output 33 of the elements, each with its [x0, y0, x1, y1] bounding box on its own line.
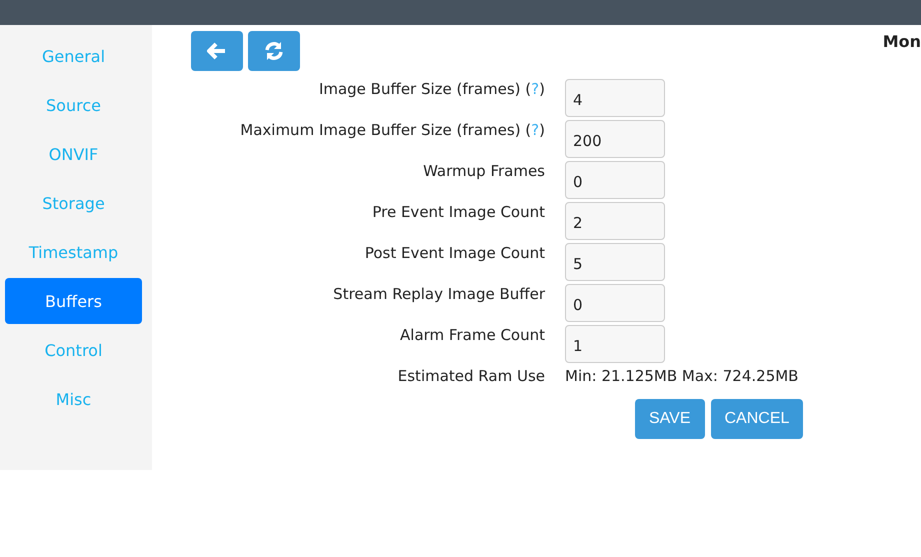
sidebar-item[interactable]: ONVIF [5, 131, 142, 177]
sidebar-item[interactable]: Storage [5, 180, 142, 226]
number-field[interactable]: 2 [565, 202, 665, 240]
field-label: Warmup Frames [422, 161, 545, 182]
field-label: Post Event Image Count [364, 243, 545, 264]
field-value: Min: 21.125MB Max: 724.25MB [565, 366, 798, 385]
save-button[interactable]: SAVE [635, 399, 704, 439]
number-field[interactable]: 5 [565, 243, 665, 281]
sidebar-item[interactable]: General [5, 33, 142, 79]
sidebar-item[interactable]: Control [5, 327, 142, 373]
number-field[interactable]: 0 [565, 161, 665, 199]
refresh-button[interactable] [248, 31, 300, 71]
field-label: Estimated Ram Use [396, 366, 545, 385]
cancel-button[interactable]: CANCEL [710, 399, 804, 439]
help-link[interactable]: ? [531, 121, 540, 139]
number-field[interactable]: 1 [565, 325, 665, 363]
sidebar-item[interactable]: Buffers [5, 278, 142, 324]
sidebar-item[interactable]: Source [5, 82, 142, 128]
number-field[interactable]: 4 [565, 79, 665, 117]
help-link[interactable]: ? [531, 80, 540, 98]
number-field[interactable]: 200 [565, 120, 665, 158]
back-arrow-icon [207, 41, 227, 61]
sidebar-item[interactable]: Misc [5, 376, 142, 422]
sidebar-item[interactable]: Timestamp [5, 229, 142, 275]
field-label: Pre Event Image Count [371, 202, 545, 223]
field-label: Stream Replay Image Buffer [332, 284, 545, 305]
page-title: Mon [882, 32, 921, 51]
field-label: Alarm Frame Count [399, 325, 545, 346]
back-button[interactable] [191, 31, 243, 71]
field-label: Maximum Image Buffer Size (frames) (?) [239, 120, 545, 141]
field-label: Image Buffer Size (frames) (?) [318, 79, 545, 100]
number-field[interactable]: 0 [565, 284, 665, 322]
refresh-icon [263, 41, 285, 61]
